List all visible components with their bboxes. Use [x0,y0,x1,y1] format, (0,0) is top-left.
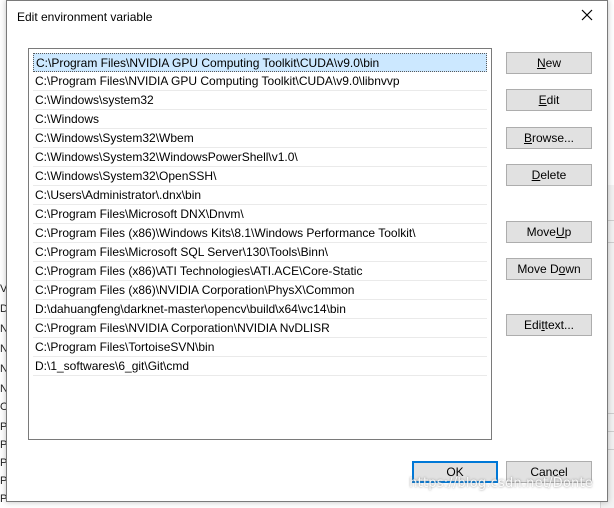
edit-env-variable-dialog: Edit environment variable C:\Program Fil… [6,0,608,502]
list-item[interactable]: C:\Windows\system32 [33,91,487,110]
new-button[interactable]: New [506,52,592,74]
list-item[interactable]: C:\Program Files\Microsoft DNX\Dnvm\ [33,205,487,224]
list-item[interactable]: C:\Program Files (x86)\ATI Technologies\… [33,262,487,281]
delete-button[interactable]: Delete [506,164,592,186]
list-item[interactable]: D:\1_softwares\6_git\Git\cmd [33,357,487,376]
list-item-selected[interactable]: C:\Program Files\NVIDIA GPU Computing To… [33,53,487,72]
list-item[interactable]: C:\Program Files\NVIDIA GPU Computing To… [33,72,487,91]
list-item[interactable]: C:\Windows\System32\OpenSSH\ [33,167,487,186]
move-down-button[interactable]: Move Do wn [506,258,592,280]
list-item[interactable]: C:\Users\Administrator\.dnx\bin [33,186,487,205]
list-item[interactable]: C:\Program Files (x86)\NVIDIA Corporatio… [33,281,487,300]
path-entries-list[interactable]: C:\Program Files\NVIDIA GPU Computing To… [28,48,492,440]
list-item[interactable]: C:\Program Files\Microsoft SQL Server\13… [33,243,487,262]
list-item[interactable]: C:\Program Files (x86)\Windows Kits\8.1\… [33,224,487,243]
list-item[interactable]: C:\Windows\System32\Wbem [33,129,487,148]
list-item[interactable]: C:\Windows\System32\WindowsPowerShell\v1… [33,148,487,167]
watermark: https://blog.csdn.net/Donte [409,476,593,491]
browse-button[interactable]: Browse... [506,127,592,149]
close-button[interactable] [577,5,597,25]
edit-text-button[interactable]: Edi t text... [506,314,592,336]
list-item[interactable]: D:\dahuangfeng\darknet-master\opencv\bui… [33,300,487,319]
list-item[interactable]: C:\Program Files\TortoiseSVN\bin [33,338,487,357]
close-icon [581,9,593,21]
edit-button[interactable]: Edit [506,89,592,111]
dialog-title: Edit environment variable [17,10,153,24]
move-up-button[interactable]: Move Up [506,221,592,243]
list-item[interactable]: C:\Windows [33,110,487,129]
list-item[interactable]: C:\Program Files\NVIDIA Corporation\NVID… [33,319,487,338]
